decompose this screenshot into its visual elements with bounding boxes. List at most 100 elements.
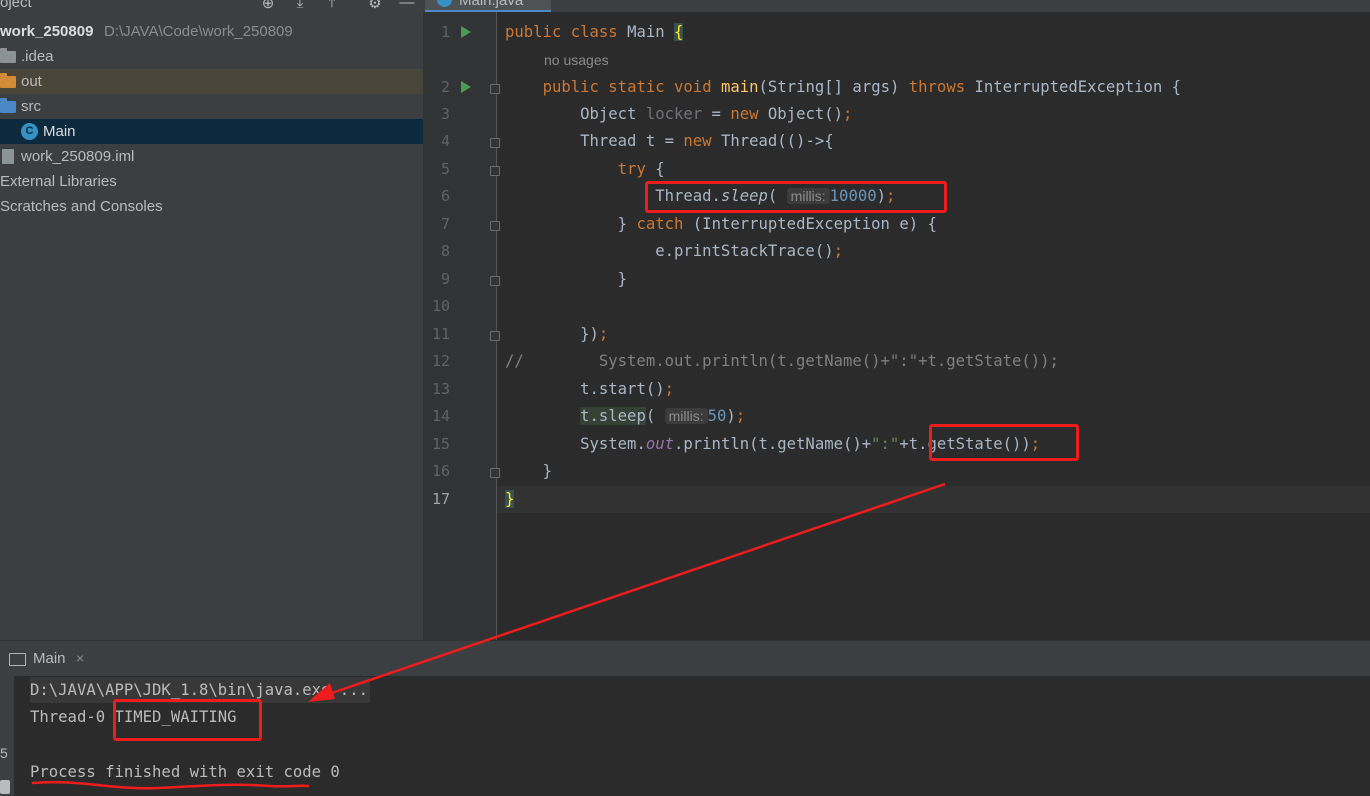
run-tab-bar: Main ×	[0, 640, 1370, 676]
source-folder-icon	[0, 98, 16, 113]
gear-icon[interactable]: ⚙	[366, 0, 384, 12]
tree-item-root[interactable]: work_250809 D:\JAVA\Code\work_250809	[0, 19, 423, 44]
tree-item-scratches[interactable]: Scratches and Consoles	[0, 194, 423, 219]
code-token: t.sleep	[580, 407, 646, 425]
code-line-12: // System.out.println(t.getName()+":"+t.…	[505, 352, 1059, 370]
code-token: locker	[645, 105, 703, 123]
code-line-13: t.start();	[505, 376, 674, 403]
run-main-icon[interactable]	[461, 81, 471, 93]
project-header: oject ⊕ ⤓ ⤒ ⚙ —	[0, 0, 423, 12]
code-token: }	[617, 215, 637, 233]
line-number: 3	[440, 105, 450, 123]
code-token: catch	[636, 215, 684, 233]
tree-item-label: External Libraries	[0, 173, 117, 190]
code-token: static	[608, 78, 665, 96]
console-finish-line: Process finished with exit code 0	[30, 763, 340, 781]
code-token: }	[505, 490, 515, 508]
fold-marker-icon[interactable]	[490, 468, 500, 478]
code-token: Object	[580, 105, 646, 123]
line-number: 16	[431, 462, 450, 480]
code-token: ":"	[871, 435, 900, 453]
line-number: 4	[440, 132, 450, 150]
code-token: InterruptedException {	[965, 78, 1182, 96]
code-token: Object()	[758, 105, 844, 123]
tree-item-label: Scratches and Consoles	[0, 198, 163, 215]
tree-item-label: out	[21, 73, 42, 90]
hide-icon[interactable]: —	[398, 0, 416, 11]
code-token: (String[] args)	[758, 78, 909, 96]
code-token: t.start()	[580, 380, 665, 398]
code-line-7: } catch (InterruptedException e) {	[505, 211, 937, 238]
toolbar-button-icon[interactable]	[0, 780, 10, 794]
line-number: 15	[431, 435, 450, 453]
line-number: 12	[431, 352, 450, 370]
code-token: public	[542, 78, 599, 96]
code-token: (InterruptedException e) {	[683, 215, 937, 233]
code-token: {	[674, 23, 684, 41]
code-token: }	[542, 462, 552, 480]
usages-hint[interactable]: no usages	[544, 48, 609, 73]
code-token: =	[702, 105, 731, 123]
run-tab-main[interactable]: Main	[33, 650, 66, 667]
java-class-icon: C	[21, 123, 38, 140]
java-class-icon	[437, 0, 452, 7]
tree-item-main[interactable]: C Main	[0, 119, 423, 144]
module-file-icon	[2, 149, 14, 164]
thread-name: Thread-0	[30, 708, 115, 726]
tree-item-external-libraries[interactable]: External Libraries	[0, 169, 423, 194]
folder-icon	[0, 48, 16, 63]
tree-item-label: Main	[43, 123, 76, 140]
line-number: 11	[431, 325, 450, 343]
code-token: (	[645, 407, 656, 425]
tab-main-java[interactable]: Main.java	[425, 0, 551, 12]
tree-item-src[interactable]: src	[0, 94, 423, 119]
annotation-box-getstate	[929, 424, 1079, 461]
fold-marker-icon[interactable]	[490, 276, 500, 286]
code-token: public	[505, 23, 562, 41]
tree-item-out[interactable]: out	[0, 69, 423, 94]
code-token: t.sleep	[580, 407, 646, 425]
code-token: ;	[664, 380, 674, 398]
line-number: 2	[440, 78, 450, 96]
code-token: void	[674, 78, 712, 96]
tree-item-idea[interactable]: .idea	[0, 44, 423, 69]
code-line-16: }	[505, 458, 552, 485]
tree-item-label: work_250809.iml	[21, 148, 135, 165]
code-token: .println(t.getName()+	[674, 435, 872, 453]
code-token: new	[683, 132, 712, 150]
code-line-11: });	[505, 321, 608, 348]
line-number: 14	[431, 407, 450, 425]
code-line-9: }	[505, 266, 627, 293]
locate-icon[interactable]: ⊕	[259, 0, 277, 12]
step-indicator: 5	[0, 745, 8, 761]
line-number: 8	[440, 242, 450, 260]
code-token: ;	[843, 105, 853, 123]
code-token: main	[720, 78, 759, 96]
tab-label: Main.java	[459, 0, 524, 9]
excluded-folder-icon	[0, 73, 16, 88]
line-number: 6	[440, 187, 450, 205]
root-path: D:\JAVA\Code\work_250809	[104, 23, 293, 40]
code-token: )	[726, 407, 736, 425]
fold-marker-icon[interactable]	[490, 84, 500, 94]
code-token: ;	[735, 407, 746, 425]
tree-item-iml[interactable]: work_250809.iml	[0, 144, 423, 169]
code-token: Thread(()->{	[711, 132, 834, 150]
collapse-all-icon[interactable]: ⤒	[323, 0, 341, 11]
code-token: Thread t =	[580, 132, 684, 150]
fold-marker-icon[interactable]	[490, 166, 500, 176]
fold-marker-icon[interactable]	[490, 221, 500, 231]
tree-item-label: src	[21, 98, 41, 115]
code-line-1: public class Main {	[505, 19, 684, 46]
expand-all-icon[interactable]: ⤓	[291, 0, 309, 11]
fold-marker-icon[interactable]	[490, 138, 500, 148]
fold-marker-icon[interactable]	[490, 331, 500, 341]
current-line-highlight	[497, 486, 1370, 513]
annotation-box-sleep	[645, 181, 947, 213]
param-hint: millis:	[664, 408, 708, 424]
code-token: out	[645, 435, 674, 453]
close-icon[interactable]: ×	[76, 650, 84, 666]
code-token: {	[645, 160, 665, 178]
project-header-title: oject	[0, 0, 32, 11]
run-class-icon[interactable]	[461, 26, 471, 38]
